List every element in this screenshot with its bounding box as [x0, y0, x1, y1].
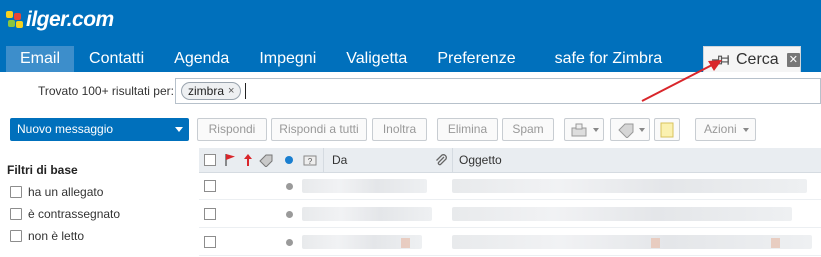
- tag-icon[interactable]: [259, 153, 273, 167]
- filter-label: non è letto: [28, 229, 85, 243]
- move-folder-icon: [571, 123, 587, 137]
- table-row[interactable]: [199, 229, 821, 256]
- token-remove-icon[interactable]: ×: [228, 83, 234, 99]
- row-checkbox[interactable]: [204, 236, 216, 248]
- filter-flagged[interactable]: è contrassegnato: [10, 206, 120, 222]
- list-header: ? Da Oggetto: [199, 148, 821, 173]
- checkbox[interactable]: [10, 186, 22, 198]
- chevron-down-icon: [593, 128, 599, 132]
- tab-contatti[interactable]: Contatti: [74, 46, 159, 72]
- delete-button[interactable]: Elimina: [437, 118, 498, 141]
- filter-label: è contrassegnato: [28, 207, 121, 221]
- forward-button[interactable]: Inoltra: [372, 118, 427, 141]
- note-button[interactable]: [654, 118, 680, 141]
- message-list: ? Da Oggetto: [199, 148, 821, 257]
- note-icon: [660, 122, 674, 138]
- spam-button[interactable]: Spam: [502, 118, 554, 141]
- svg-text:?: ?: [308, 157, 313, 166]
- search-token[interactable]: zimbra ×: [181, 82, 242, 100]
- tag-button[interactable]: [610, 118, 650, 141]
- message-toolbar: Nuovo messaggio Rispondi Rispondi a tutt…: [0, 112, 821, 148]
- checkbox[interactable]: [10, 208, 22, 220]
- filter-has-attachment[interactable]: ha un allegato: [10, 184, 103, 200]
- actions-label: Azioni: [704, 122, 737, 136]
- new-message-button[interactable]: Nuovo messaggio: [10, 118, 189, 141]
- annotation-arrow: [641, 60, 722, 102]
- close-icon[interactable]: ✕: [786, 52, 800, 67]
- redacted-subject: [452, 207, 792, 221]
- tab-impegni[interactable]: Impegni: [244, 46, 331, 72]
- redacted-subject: [452, 235, 812, 249]
- row-checkbox[interactable]: [204, 208, 216, 220]
- tab-preferenze[interactable]: Preferenze: [422, 46, 530, 72]
- logo-text: ilger.com: [26, 8, 114, 31]
- priority-icon[interactable]: [241, 153, 255, 167]
- filter-sidebar: Filtri di base ha un allegato è contrass…: [0, 148, 199, 257]
- unread-dot-icon[interactable]: [282, 153, 296, 167]
- tab-valigetta[interactable]: Valigetta: [331, 46, 422, 72]
- read-status-dot-icon[interactable]: [286, 211, 293, 218]
- column-subject[interactable]: Oggetto: [459, 153, 502, 167]
- new-message-label: Nuovo messaggio: [17, 122, 114, 136]
- chevron-down-icon[interactable]: [175, 127, 183, 132]
- redacted-sender: [302, 179, 427, 193]
- redacted-mark: [771, 238, 780, 248]
- search-token-label: zimbra: [188, 84, 225, 98]
- table-row[interactable]: [199, 201, 821, 228]
- tab-cerca-label: Cerca: [736, 50, 779, 68]
- chevron-down-icon: [743, 128, 749, 132]
- move-button[interactable]: [564, 118, 604, 141]
- filters-title: Filtri di base: [7, 163, 78, 177]
- filter-unread[interactable]: non è letto: [10, 228, 84, 244]
- select-all-checkbox[interactable]: [204, 154, 216, 166]
- logo-mark-icon: [6, 11, 24, 29]
- reply-button[interactable]: Rispondi: [197, 118, 267, 141]
- app-tabs: Email Contatti Agenda Impegni Valigetta …: [6, 46, 677, 72]
- status-icon[interactable]: ?: [303, 153, 317, 167]
- read-status-dot-icon[interactable]: [286, 183, 293, 190]
- table-row[interactable]: [199, 173, 821, 200]
- reply-all-button[interactable]: Rispondi a tutti: [271, 118, 367, 141]
- checkbox[interactable]: [10, 230, 22, 242]
- column-from[interactable]: Da: [332, 153, 347, 167]
- redacted-subject: [452, 179, 807, 193]
- logo: ilger.com: [6, 8, 114, 32]
- tag-icon: [618, 123, 634, 138]
- read-status-dot-icon[interactable]: [286, 239, 293, 246]
- tab-email[interactable]: Email: [6, 46, 75, 72]
- attachment-icon[interactable]: [434, 153, 448, 167]
- filter-label: ha un allegato: [28, 185, 104, 199]
- chevron-down-icon: [639, 128, 645, 132]
- row-checkbox[interactable]: [204, 180, 216, 192]
- redacted-mark: [651, 238, 660, 248]
- results-label: Trovato 100+ risultati per:: [38, 84, 174, 98]
- column-separator: [452, 148, 453, 173]
- tab-agenda[interactable]: Agenda: [159, 46, 244, 72]
- redacted-sender: [302, 207, 432, 221]
- text-caret: [245, 83, 246, 99]
- column-separator: [323, 148, 324, 173]
- flag-icon[interactable]: [223, 153, 237, 167]
- redacted-mark: [401, 238, 410, 248]
- actions-button[interactable]: Azioni: [695, 118, 756, 141]
